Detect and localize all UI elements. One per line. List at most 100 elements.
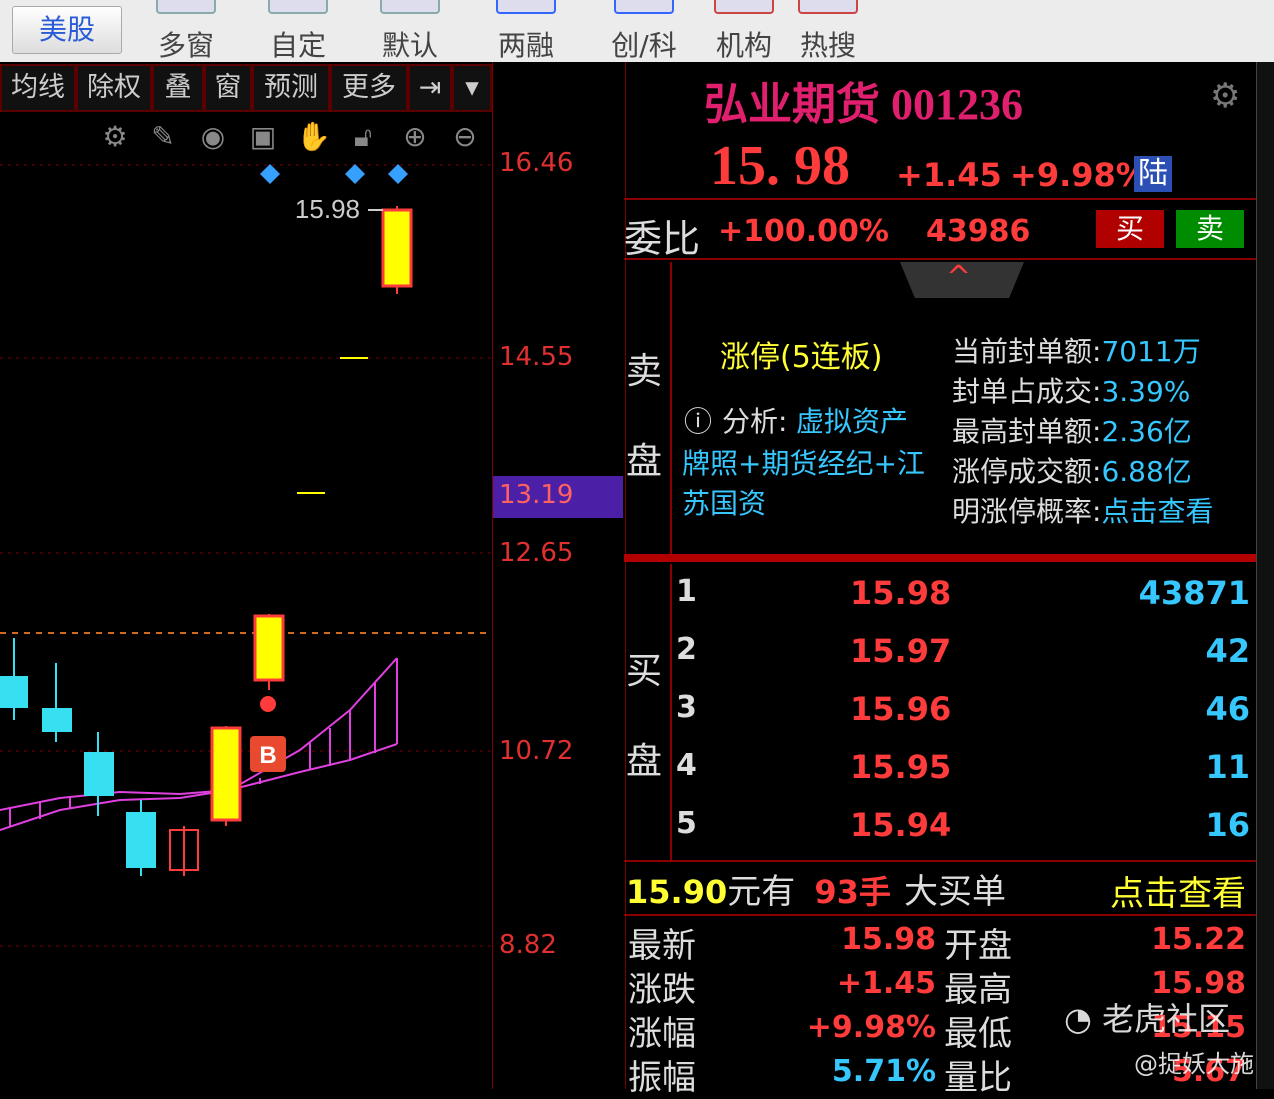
- eye-icon[interactable]: ◉: [196, 120, 230, 154]
- sell-button[interactable]: 卖: [1176, 210, 1244, 248]
- default-icon: [380, 0, 440, 14]
- weibi-value: +100.00%: [718, 214, 889, 249]
- star-market-label: 创/科: [611, 29, 677, 62]
- institution-icon: [714, 0, 774, 14]
- info-icon: ⓘ: [684, 405, 713, 438]
- divider: [624, 554, 1256, 562]
- chevron-up-icon[interactable]: ^: [946, 260, 971, 295]
- limit-up-stats: 当前封单额:7011万 封单占成交:3.39% 最高封单额:2.36亿 涨停成交…: [952, 330, 1252, 530]
- tick-label: 8.82: [499, 930, 557, 960]
- stat-label: 振幅: [628, 1058, 696, 1098]
- lock-icon[interactable]: 🔓︎: [346, 120, 380, 154]
- watermark-user: @捉妖大施: [1134, 1050, 1254, 1078]
- tab-overlay[interactable]: 叠: [152, 64, 204, 112]
- watermark-brand-text: 老虎社区: [1102, 1000, 1231, 1038]
- exchange-badge: 陆: [1134, 156, 1172, 192]
- sell-side-label: 卖: [626, 351, 663, 392]
- big-order-link[interactable]: 点击查看: [1110, 866, 1246, 915]
- price-axis: 16.46 14.55 13.19 12.65 10.72 8.82: [492, 62, 626, 1089]
- bid-price: 15.98: [850, 574, 952, 612]
- big-order-text: 大买单: [903, 872, 1006, 912]
- price-change: +1.45: [896, 156, 1002, 194]
- bid-qty: 16: [1205, 806, 1250, 844]
- margin-label: 两融: [497, 29, 554, 62]
- tab-more[interactable]: 更多: [330, 64, 408, 112]
- margin-button[interactable]: 两融: [482, 0, 570, 62]
- stat-value: +9.98%: [806, 1010, 936, 1045]
- buy-button[interactable]: 买: [1096, 210, 1164, 248]
- tick-label: 16.46: [499, 148, 574, 178]
- bid-row[interactable]: 2 15.97 42: [674, 632, 1254, 690]
- big-order-price: 15.90: [626, 873, 728, 911]
- multi-window-label: 多窗: [157, 29, 214, 62]
- bid-level: 1: [676, 574, 697, 609]
- tab-forecast[interactable]: 预测: [252, 64, 330, 112]
- gear-icon[interactable]: ⚙: [1210, 76, 1240, 116]
- settings-icon[interactable]: ⚙: [98, 120, 132, 154]
- basket-icon[interactable]: ▣: [246, 120, 280, 154]
- stat-label: 最高: [944, 970, 1012, 1010]
- analysis-label: 分析:: [722, 405, 788, 438]
- hand-icon[interactable]: ✋: [296, 120, 331, 154]
- bid-qty: 46: [1205, 690, 1250, 728]
- bid-price: 15.96: [850, 690, 952, 728]
- limit-up-title: 涨停(5连板): [720, 340, 883, 375]
- stat-label: 涨停成交额:: [952, 455, 1102, 488]
- tab-ma[interactable]: 均线: [0, 64, 76, 112]
- hot-search-button[interactable]: 热搜: [790, 0, 866, 62]
- kline-chart[interactable]: B 15.98 ⚙ ✎ ◉ ▣ ✋ 🔓︎ ⊕ ⊖: [0, 110, 492, 1089]
- analysis-text: 虚拟资产: [796, 405, 909, 438]
- stat-label: 量比: [944, 1058, 1012, 1098]
- buy-side-label: 盘: [626, 741, 663, 782]
- zoom-in-icon[interactable]: ⊕: [398, 120, 432, 154]
- stat-label: 最新: [628, 926, 696, 966]
- last-price: 15. 98: [710, 135, 850, 197]
- bid-row[interactable]: 5 15.94 16: [674, 806, 1254, 864]
- stat-label: 封单占成交:: [952, 375, 1102, 408]
- us-market-button[interactable]: 美股: [12, 6, 122, 54]
- watermark-brand: ◔ 老虎社区: [1064, 994, 1230, 1040]
- stat-value: 7011万: [1101, 335, 1201, 368]
- bid-level: 2: [676, 632, 697, 667]
- custom-button[interactable]: 自定: [252, 0, 344, 62]
- bid-row[interactable]: 1 15.98 43871: [674, 574, 1254, 632]
- tick-label: 10.72: [499, 736, 574, 766]
- big-order-bar[interactable]: 15.90元有 93手 大买单 点击查看: [626, 864, 1254, 915]
- stock-title: 弘业期货 001236: [704, 80, 1023, 129]
- institution-button[interactable]: 机构: [706, 0, 782, 62]
- top-toolbar: 美股 多窗 自定 默认 两融 创/科 机构 热搜: [0, 0, 1274, 62]
- zoom-out-icon[interactable]: ⊖: [448, 120, 482, 154]
- limit-probability-link[interactable]: 点击查看: [1101, 495, 1213, 528]
- buy-marker: B: [259, 742, 276, 769]
- weibi-qty: 43986: [926, 214, 1031, 249]
- pen-icon[interactable]: ✎: [146, 120, 180, 154]
- collapse-arrow-icon[interactable]: ⇥: [408, 64, 452, 112]
- default-button[interactable]: 默认: [364, 0, 456, 62]
- tab-exright[interactable]: 除权: [76, 64, 152, 112]
- kline-svg: B 15.98: [0, 164, 492, 947]
- stat-label: 当前封单额:: [952, 335, 1102, 368]
- bid-row[interactable]: 4 15.95 11: [674, 748, 1254, 806]
- big-order-unit: 元有: [727, 872, 796, 912]
- stat-label: 涨幅: [628, 1014, 696, 1054]
- bid-row[interactable]: 3 15.96 46: [674, 690, 1254, 748]
- big-order-hands: 93手: [814, 873, 891, 911]
- tick-label: 14.55: [499, 342, 574, 372]
- sell-side-label: 盘: [626, 441, 663, 482]
- analysis-text: 苏国资: [682, 487, 767, 520]
- star-market-button[interactable]: 创/科: [596, 0, 692, 62]
- stat-label: 开盘: [944, 926, 1012, 966]
- multi-window-button[interactable]: 多窗: [140, 0, 232, 62]
- stat-label: 明涨停概率:: [952, 495, 1102, 528]
- quote-panel: 弘业期货 001236 ⚙ 15. 98 +1.45 +9.98% 陆 委比 +…: [624, 62, 1256, 1098]
- stat-value: 15.22: [1151, 922, 1246, 957]
- custom-icon: [268, 0, 328, 14]
- tab-window[interactable]: 窗: [204, 64, 252, 112]
- stat-value: 2.36亿: [1101, 415, 1192, 448]
- star-market-icon: [614, 0, 674, 14]
- tick-label: 12.65: [499, 538, 574, 568]
- stat-label: 最低: [944, 1014, 1012, 1054]
- bid-level: 5: [676, 806, 697, 841]
- bid-level: 3: [676, 690, 697, 725]
- dropdown-chevron-icon[interactable]: ▾: [452, 64, 492, 112]
